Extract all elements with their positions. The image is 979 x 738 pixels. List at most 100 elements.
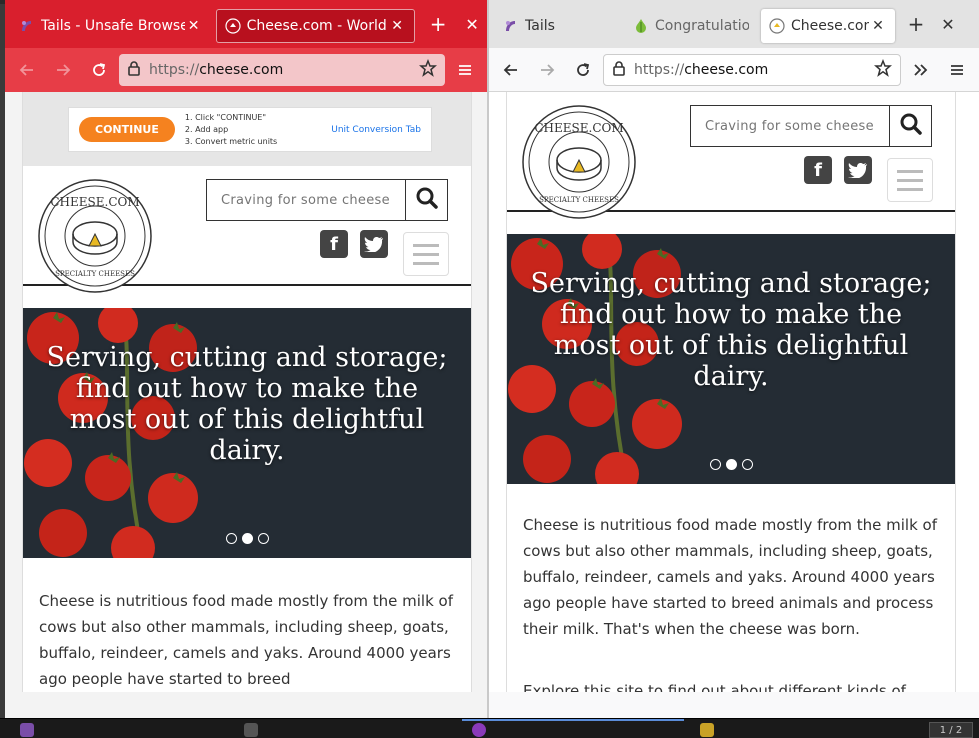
carousel-dot[interactable] [741,459,753,470]
back-arrow-icon[interactable] [495,54,527,86]
tab-label: Cheese.com - World's [246,18,389,34]
carousel-dots [507,459,955,470]
bookmark-star-icon[interactable] [419,58,437,81]
lock-icon [612,60,626,80]
twitter-icon[interactable] [360,230,388,258]
ad-continue-button[interactable]: CONTINUE [79,117,175,142]
ad-brand: Unit Conversion Tab [331,124,421,135]
overflow-chevron-icon[interactable] [905,54,937,86]
ad-step: 3. Convert metric units [184,136,278,146]
unsafe-browser-window: Tails - Unsafe Browser ✕ Cheese.com - Wo… [5,0,487,718]
web-page: CONTINUE 1. Click "CONTINUE" 2. Add app … [5,92,487,692]
intro-paragraph: Cheese is nutritious food made mostly fr… [523,516,938,638]
ad-steps: 1. Click "CONTINUE" 2. Add app 3. Conver… [185,112,321,148]
close-window-icon[interactable]: ✕ [933,9,963,39]
carousel-dot[interactable] [709,459,721,470]
search-button[interactable] [889,106,931,146]
active-window-indicator [462,719,684,721]
explore-paragraph: Explore this site to find out about diff… [523,682,906,692]
carousel-dot[interactable] [225,533,237,544]
facebook-icon[interactable]: f [320,230,348,258]
close-tab-icon[interactable]: ✕ [388,18,406,34]
logo-bottom-text: SPECIALTY CHEESES [539,196,619,204]
tor-browser-icon[interactable] [472,723,486,737]
ad-banner-area: CONTINUE 1. Click "CONTINUE" 2. Add app … [23,92,471,166]
tor-browser-window: Tails Congratulation Cheese.com ✕ + ✕ ht… [489,0,979,718]
tab-label: Tails [525,18,555,34]
forward-arrow-icon[interactable] [47,54,79,86]
tab-bar: Tails Congratulation Cheese.com ✕ + ✕ [489,0,979,48]
carousel-dot-active[interactable] [241,533,253,544]
site-header: CHEESE.COM SPECIALTY CHEESES f [507,92,955,219]
close-tab-icon[interactable]: ✕ [185,18,203,34]
page-content: CHEESE.COM SPECIALTY CHEESES f [506,92,956,692]
forward-arrow-icon[interactable] [531,54,563,86]
tails-icon[interactable] [20,723,34,737]
tab-label: Tails - Unsafe Browser [41,18,185,34]
hero-headline: Serving, cutting and storage; find out h… [46,342,448,466]
tab-label: Cheese.com [791,18,869,34]
cheese-logo[interactable]: CHEESE.COM SPECIALTY CHEESES [521,104,637,220]
tails-icon [503,18,519,34]
hero-headline: Serving, cutting and storage; find out h… [530,268,932,392]
reload-icon[interactable] [83,54,115,86]
facebook-icon[interactable]: f [804,156,832,184]
url-bar[interactable]: https://cheese.com [603,53,901,86]
back-arrow-icon[interactable] [11,54,43,86]
lock-icon [127,60,141,80]
tab-cheese-com[interactable]: Cheese.com ✕ [761,9,895,43]
nav-bar: https://cheese.com [489,48,979,92]
workspace-pager[interactable]: 1 / 2 [929,722,973,738]
close-tab-icon[interactable]: ✕ [869,18,887,34]
search-input[interactable] [691,106,889,146]
carousel-dot-active[interactable] [725,459,737,470]
nav-bar: https://cheese.com [5,48,487,92]
search-icon [416,187,438,213]
onion-icon [633,18,649,34]
logo-top-text: CHEESE.COM [50,195,139,209]
tab-label: Congratulation [655,18,749,34]
site-header: CHEESE.COM SPECIALTY CHEESES f [23,166,471,293]
new-tab-button[interactable]: + [423,9,453,39]
search-icon [900,113,922,139]
url-scheme: https:// [634,61,685,78]
tab-congratulations[interactable]: Congratulation [625,9,757,43]
search-input[interactable] [207,180,405,220]
desktop: Tails - Unsafe Browser ✕ Cheese.com - Wo… [0,0,979,738]
new-tab-button[interactable]: + [901,9,931,39]
search-button[interactable] [405,180,447,220]
hamburger-menu-icon[interactable] [403,232,449,276]
ad-step: 2. Add app [184,124,229,134]
tails-icon [19,18,35,34]
intro-paragraph: Cheese is nutritious food made mostly fr… [39,592,454,688]
social-links: f [320,230,388,258]
tab-tails[interactable]: Tails [495,9,625,43]
close-window-icon[interactable]: ✕ [457,9,487,39]
folder-icon[interactable] [700,723,714,737]
ad-banner[interactable]: CONTINUE 1. Click "CONTINUE" 2. Add app … [68,107,432,152]
web-page: CHEESE.COM SPECIALTY CHEESES f [489,92,979,692]
twitter-icon[interactable] [844,156,872,184]
carousel-dot[interactable] [257,533,269,544]
url-bar[interactable]: https://cheese.com [119,54,445,86]
logo-bottom-text: SPECIALTY CHEESES [55,270,135,278]
bookmark-star-icon[interactable] [874,58,892,81]
tab-cheese-com[interactable]: Cheese.com - World's ✕ [215,9,416,43]
cheese-logo[interactable]: CHEESE.COM SPECIALTY CHEESES [37,178,153,294]
hero-carousel: Serving, cutting and storage; find out h… [23,308,471,558]
terminal-icon[interactable] [244,723,258,737]
search-box [206,179,448,221]
page-content: CONTINUE 1. Click "CONTINUE" 2. Add app … [22,92,472,692]
url-scheme: https:// [149,62,200,78]
search-box [690,105,932,147]
menu-icon[interactable] [941,54,973,86]
hamburger-menu-icon[interactable] [887,158,933,202]
taskbar: 1 / 2 [0,718,979,738]
menu-icon[interactable] [449,54,481,86]
reload-icon[interactable] [567,54,599,86]
tab-tails-unsafe-browser[interactable]: Tails - Unsafe Browser ✕ [11,9,211,43]
cheese-favicon-icon [224,18,241,34]
url-host: cheese.com [199,62,284,78]
social-links: f [804,156,872,184]
ad-step: 1. Click "CONTINUE" [184,112,267,122]
